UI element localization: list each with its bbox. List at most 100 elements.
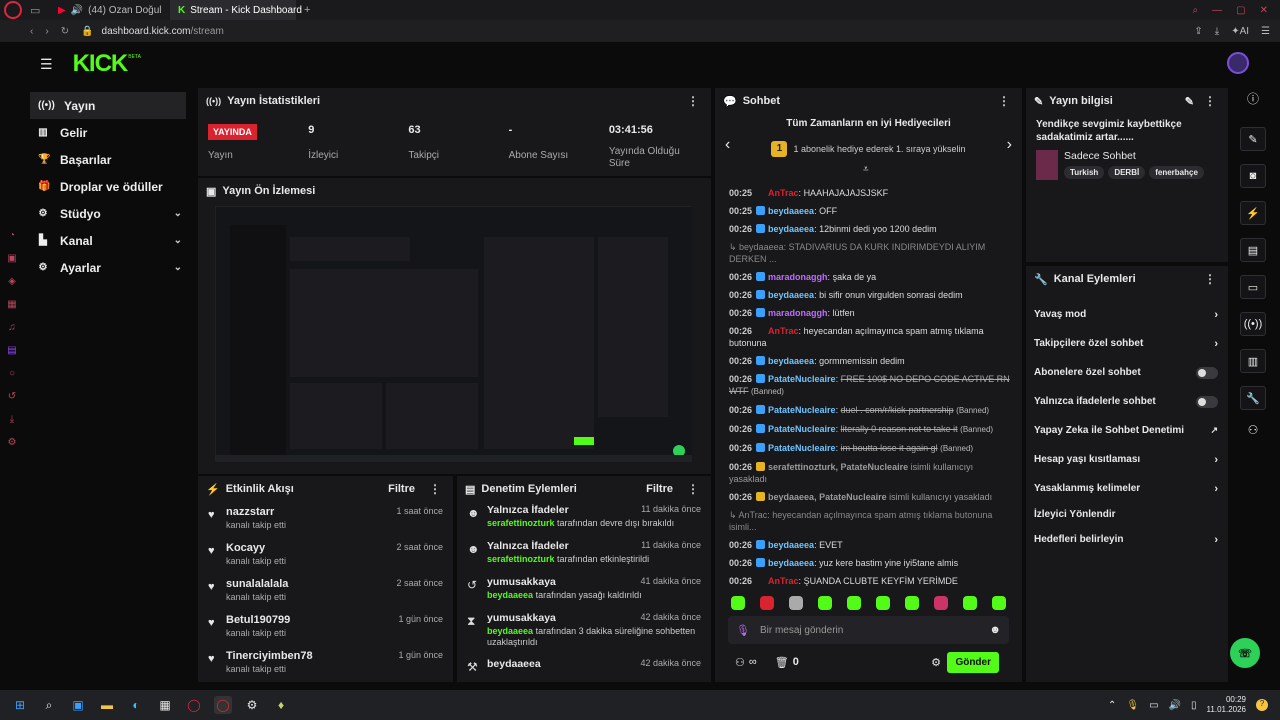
forward-icon[interactable]: ›: [45, 26, 48, 37]
more-options-icon[interactable]: ⋮: [429, 482, 441, 496]
message-username[interactable]: beydaaeea: [768, 356, 814, 366]
more-options-icon[interactable]: ⋮: [687, 482, 699, 496]
network-icon[interactable]: ▭: [1149, 700, 1158, 711]
battery-icon[interactable]: ▯: [1191, 700, 1197, 711]
action-ai-moderation[interactable]: Yapay Zeka ile Sohbet Denetimi ↗: [1026, 416, 1228, 445]
sidebar-item-channel[interactable]: ▙ Kanal ⌄: [0, 227, 196, 254]
chevron-right-icon[interactable]: ›: [1007, 136, 1012, 154]
layout-icon[interactable]: ▥: [1240, 349, 1266, 373]
category-name[interactable]: Sadece Sohbet: [1064, 150, 1204, 162]
trash-icon[interactable]: 🗑: [775, 656, 789, 669]
message-username[interactable]: AnTrac: [768, 326, 799, 336]
connections-icon[interactable]: ⚇: [1240, 423, 1266, 437]
emote-icon[interactable]: [992, 596, 1006, 610]
emotes-only-toggle[interactable]: [1196, 395, 1218, 408]
message-username[interactable]: PatateNucleaire: [768, 405, 836, 415]
emote-icon[interactable]: [847, 596, 861, 610]
emote-icon[interactable]: [731, 596, 745, 610]
more-options-icon[interactable]: ⋮: [687, 94, 699, 108]
message-username[interactable]: maradonaggh: [768, 272, 828, 282]
url-text[interactable]: dashboard.kick.com/stream: [102, 26, 224, 37]
history-icon[interactable]: ↺: [6, 391, 18, 403]
chevron-up-icon[interactable]: ⌃: [1108, 700, 1116, 711]
message-username[interactable]: AnTrac: [768, 576, 799, 586]
message-username[interactable]: beydaaeea: [768, 206, 814, 216]
broadcast-icon[interactable]: ((•)): [1240, 312, 1266, 336]
volume-icon[interactable]: 🔊: [1169, 700, 1181, 711]
circle-icon[interactable]: ○: [6, 368, 18, 380]
subscribers-only-toggle[interactable]: [1196, 366, 1218, 379]
more-options-icon[interactable]: ⋮: [1204, 94, 1216, 108]
camera-icon[interactable]: ◙: [1240, 164, 1266, 188]
notification-icon[interactable]: ?: [1256, 699, 1268, 711]
tag-chip[interactable]: fenerbahçe: [1149, 166, 1204, 179]
tag-chip[interactable]: Turkish: [1064, 166, 1105, 179]
sidebar-item-achievements[interactable]: 🏆 Başarılar: [0, 146, 196, 173]
emote-icon[interactable]: [905, 596, 919, 610]
message-username[interactable]: PatateNucleaire: [768, 424, 836, 434]
emote-icon[interactable]: [818, 596, 832, 610]
send-button[interactable]: Gönder: [947, 651, 999, 673]
message-username[interactable]: beydaaeea: [768, 558, 814, 568]
game-icon[interactable]: ◈: [6, 276, 18, 288]
store-icon[interactable]: ▦: [156, 696, 174, 714]
task-view-icon[interactable]: ▣: [69, 696, 87, 714]
opera-logo-icon[interactable]: [4, 1, 22, 19]
more-options-icon[interactable]: ⋮: [998, 94, 1010, 108]
menu-icon[interactable]: ☰: [1261, 26, 1270, 37]
users-icon[interactable]: ⚇: [735, 656, 745, 669]
sidebar-item-broadcast[interactable]: ((•)) Yayın: [30, 92, 186, 119]
workspace-icon[interactable]: ▭: [30, 4, 44, 17]
collapse-icon[interactable]: ⩡: [863, 164, 869, 175]
search-icon[interactable]: ⌕: [1193, 5, 1199, 16]
wrench-icon[interactable]: 🔧: [1240, 386, 1266, 410]
action-banned-words[interactable]: Yasaklanmış kelimeler ›: [1026, 474, 1228, 503]
stream-preview-video[interactable]: [215, 206, 692, 462]
action-followers-only[interactable]: Takipçilere özel sohbet ›: [1026, 329, 1228, 358]
emote-icon[interactable]: [760, 596, 774, 610]
sidebar-item-studio[interactable]: ⚙ Stüdyo ⌄: [0, 200, 196, 227]
infinity-icon[interactable]: ∞: [749, 656, 757, 668]
close-icon[interactable]: ✕: [1260, 5, 1268, 16]
emote-icon[interactable]: [789, 596, 803, 610]
hamburger-menu-icon[interactable]: ☰: [40, 56, 53, 73]
clock[interactable]: 00:29 11.01.2026: [1207, 695, 1246, 715]
clock-icon[interactable]: ◔: [6, 230, 18, 242]
chat-icon[interactable]: ▭: [1240, 275, 1266, 299]
reply-reference[interactable]: ↳ beydaaeea: STADIVARIUS DA KURK INDIRIM…: [729, 242, 985, 264]
file-explorer-icon[interactable]: ▬: [98, 696, 116, 714]
emoji-picker-icon[interactable]: ☻: [989, 624, 1001, 636]
message-username[interactable]: beydaaeea: [768, 540, 814, 550]
document-icon[interactable]: ▤: [1240, 238, 1266, 262]
windows-start-icon[interactable]: ⊞: [11, 696, 29, 714]
maximize-icon[interactable]: ▢: [1236, 5, 1245, 16]
sidebar-item-settings[interactable]: ⚙ Ayarlar ⌄: [0, 254, 196, 281]
edit-icon[interactable]: ✎: [1240, 127, 1266, 151]
message-username[interactable]: PatateNucleaire: [768, 443, 836, 453]
bag-icon[interactable]: ▣: [6, 253, 18, 265]
emote-icon[interactable]: [934, 596, 948, 610]
twitch-icon[interactable]: ▤: [6, 345, 18, 357]
avatar[interactable]: [1227, 52, 1249, 74]
filter-button[interactable]: Filtre: [646, 483, 673, 495]
message-username[interactable]: beydaaeea, PatateNucleaire: [768, 492, 887, 502]
reload-icon[interactable]: ↻: [61, 26, 69, 37]
opera-icon[interactable]: ◯: [185, 696, 203, 714]
emote-icon[interactable]: [876, 596, 890, 610]
edge-icon[interactable]: ◐: [127, 696, 145, 714]
message-username[interactable]: beydaaeea: [768, 290, 814, 300]
lightning-icon[interactable]: ⚡: [1240, 201, 1266, 225]
music-icon[interactable]: ♫: [6, 322, 18, 334]
settings-icon[interactable]: ⚙: [6, 437, 18, 449]
filter-button[interactable]: Filtre: [388, 483, 415, 495]
chevron-left-icon[interactable]: ‹: [725, 136, 730, 154]
browser-tab-youtube[interactable]: ▶ 🔊 (44) Ozan Doğulu, Dei: [50, 0, 170, 20]
message-username[interactable]: PatateNucleaire: [768, 374, 836, 384]
sidebar-item-drops[interactable]: 🎁 Droplar ve ödüller: [0, 173, 196, 200]
back-icon[interactable]: ‹: [30, 26, 33, 37]
emote-icon[interactable]: [963, 596, 977, 610]
action-set-goals[interactable]: Hedefleri belirleyin ›: [1026, 525, 1228, 554]
action-account-age[interactable]: Hesap yaşı kısıtlaması ›: [1026, 445, 1228, 474]
microphone-icon[interactable]: 🎙: [736, 624, 750, 637]
browser-tab-kick[interactable]: K Stream - Kick Dashboard: [170, 0, 302, 20]
